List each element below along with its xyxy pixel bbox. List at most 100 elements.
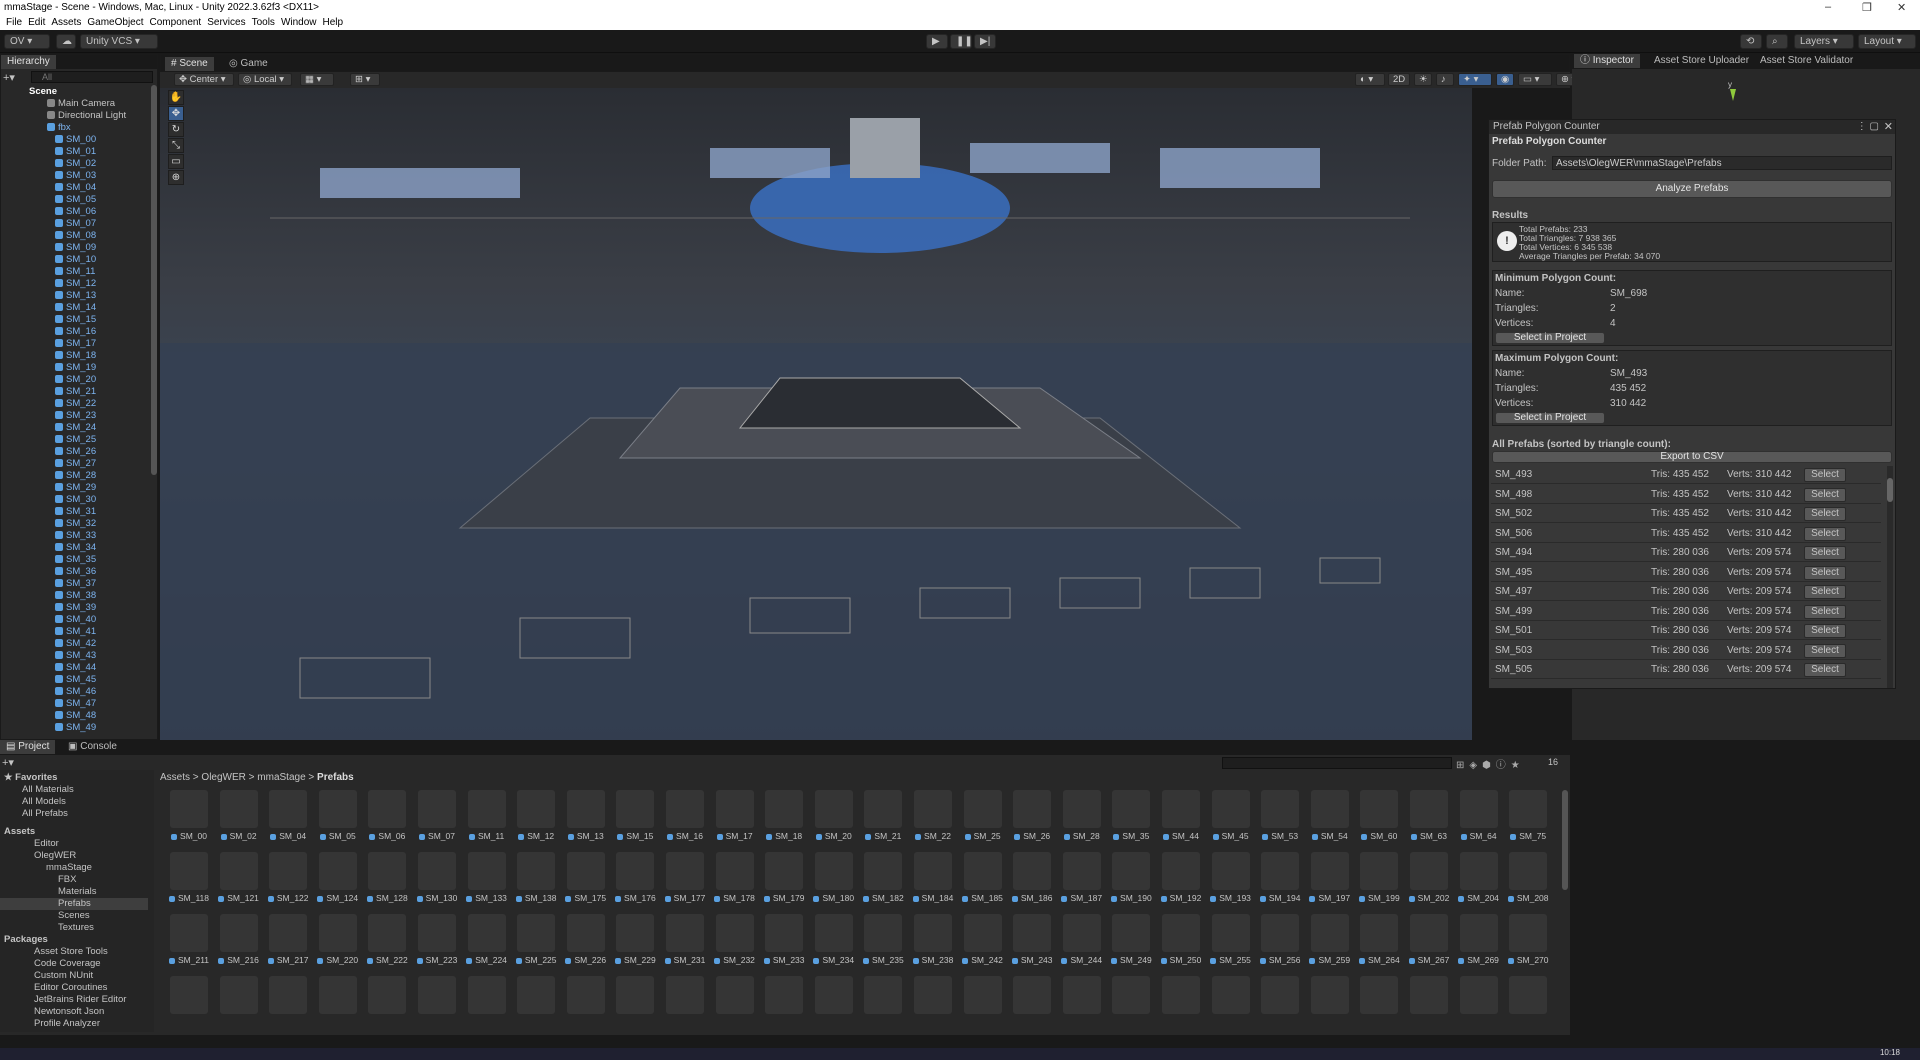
asset-item[interactable]: SM_18 (761, 790, 807, 850)
history-icon[interactable]: ⟲ (1740, 34, 1762, 49)
asset-item[interactable]: SM_216 (216, 914, 262, 974)
prefab-select-button[interactable]: Select (1804, 487, 1846, 502)
prefab-select-button[interactable]: Select (1804, 565, 1846, 580)
asset-item[interactable]: SM_202 (1406, 852, 1452, 912)
asset-item[interactable]: SM_242 (960, 914, 1006, 974)
main-camera-item[interactable]: Main Camera (47, 98, 115, 110)
effects-icon[interactable]: ✦ ▾ (1458, 73, 1492, 86)
hierarchy-item[interactable]: SM_00 (55, 134, 96, 146)
hierarchy-item[interactable]: SM_14 (55, 302, 96, 314)
asset-item[interactable]: SM_269 (1456, 914, 1502, 974)
layout-dropdown[interactable]: Layout ▾ (1858, 34, 1916, 49)
asset-item[interactable]: SM_211 (166, 914, 212, 974)
hierarchy-item[interactable]: SM_27 (55, 458, 96, 470)
ppc-close-icon[interactable]: ✕ (1884, 120, 1893, 133)
menu-services[interactable]: Services (207, 17, 245, 28)
export-csv-button[interactable]: Export to CSV (1492, 451, 1892, 463)
pause-icon[interactable]: ❚❚ (950, 34, 973, 49)
tab-console[interactable]: ▣ Console (62, 740, 123, 754)
cloud-icon[interactable]: ☁ (56, 34, 76, 49)
min-select-in-project-button[interactable]: Select in Project (1495, 332, 1605, 344)
scene-gizmo[interactable]: y (1722, 79, 1752, 119)
asset-item[interactable]: SM_249 (1108, 914, 1154, 974)
hierarchy-item[interactable]: SM_20 (55, 374, 96, 386)
menu-tools[interactable]: Tools (252, 17, 275, 28)
asset-item[interactable]: SM_199 (1356, 852, 1402, 912)
asset-item[interactable]: SM_250 (1158, 914, 1204, 974)
hierarchy-item[interactable]: SM_48 (55, 710, 96, 722)
add-icon[interactable]: +▾ (3, 71, 17, 84)
scene-root[interactable]: Scene (29, 86, 57, 98)
asset-item[interactable]: SM_243 (1009, 914, 1055, 974)
asset-item[interactable]: SM_118 (166, 852, 212, 912)
asset-item[interactable] (712, 976, 758, 1030)
layers-dropdown[interactable]: Layers ▾ (1794, 34, 1854, 49)
asset-item[interactable]: SM_224 (464, 914, 510, 974)
asset-item[interactable]: SM_53 (1257, 790, 1303, 850)
folder-olegwer[interactable]: OlegWER (34, 850, 76, 862)
create-icon[interactable]: +▾ (2, 756, 14, 769)
asset-item[interactable]: SM_122 (265, 852, 311, 912)
asset-item[interactable]: SM_02 (216, 790, 262, 850)
asset-item[interactable]: SM_04 (265, 790, 311, 850)
asset-item[interactable] (811, 976, 857, 1030)
prefab-select-button[interactable]: Select (1804, 663, 1846, 677)
pkg-asset-store-tools[interactable]: Asset Store Tools (34, 946, 108, 958)
increment-snap-icon[interactable]: ⊞ ▾ (350, 73, 380, 86)
pkg-newtonsoft-json[interactable]: Newtonsoft Json (34, 1006, 104, 1018)
hierarchy-item[interactable]: SM_07 (55, 218, 96, 230)
asset-item[interactable]: SM_28 (1059, 790, 1105, 850)
asset-item[interactable] (612, 976, 658, 1030)
asset-item[interactable]: SM_232 (712, 914, 758, 974)
asset-item[interactable] (563, 976, 609, 1030)
hierarchy-item[interactable]: SM_47 (55, 698, 96, 710)
asset-item[interactable]: SM_208 (1505, 852, 1551, 912)
asset-item[interactable]: SM_05 (315, 790, 361, 850)
hierarchy-item[interactable]: SM_40 (55, 614, 96, 626)
folder-scenes[interactable]: Scenes (58, 910, 90, 922)
hierarchy-item[interactable]: SM_42 (55, 638, 96, 650)
asset-item[interactable] (216, 976, 262, 1030)
asset-item[interactable]: SM_128 (364, 852, 410, 912)
minimize-icon[interactable]: – (1825, 1, 1831, 13)
hidden-objects-icon[interactable]: ◉ (1496, 73, 1514, 86)
hierarchy-item[interactable]: SM_25 (55, 434, 96, 446)
asset-item[interactable]: SM_222 (364, 914, 410, 974)
hierarchy-item[interactable]: SM_10 (55, 254, 96, 266)
asset-item[interactable]: SM_238 (910, 914, 956, 974)
menu-gameobject[interactable]: GameObject (87, 17, 143, 28)
asset-item[interactable] (315, 976, 361, 1030)
prefab-select-button[interactable]: Select (1804, 604, 1846, 619)
asset-item[interactable] (662, 976, 708, 1030)
hierarchy-item[interactable]: SM_45 (55, 674, 96, 686)
audio-icon[interactable]: ♪ (1436, 73, 1454, 86)
asset-item[interactable] (1158, 976, 1204, 1030)
hierarchy-item[interactable]: SM_09 (55, 242, 96, 254)
move-tool-icon[interactable]: ✥ (168, 106, 184, 121)
asset-item[interactable]: SM_192 (1158, 852, 1204, 912)
asset-item[interactable]: SM_26 (1009, 790, 1055, 850)
transform-tool-icon[interactable]: ⊕ (168, 170, 184, 185)
account-dropdown[interactable]: OV ▾ (4, 34, 50, 49)
fav-all-models[interactable]: All Models (22, 796, 66, 808)
asset-item[interactable]: SM_07 (414, 790, 460, 850)
asset-item[interactable] (1406, 976, 1452, 1030)
asset-item[interactable]: SM_21 (860, 790, 906, 850)
fav-all-prefabs[interactable]: All Prefabs (22, 808, 68, 820)
space-dropdown[interactable]: ◎ Local ▾ (238, 73, 292, 86)
hierarchy-item[interactable]: SM_18 (55, 350, 96, 362)
hierarchy-item[interactable]: SM_30 (55, 494, 96, 506)
asset-item[interactable]: SM_13 (563, 790, 609, 850)
hierarchy-item[interactable]: SM_21 (55, 386, 96, 398)
asset-grid-scrollbar[interactable] (1562, 790, 1568, 890)
asset-item[interactable] (1257, 976, 1303, 1030)
asset-item[interactable]: SM_231 (662, 914, 708, 974)
asset-item[interactable]: SM_267 (1406, 914, 1452, 974)
hierarchy-item[interactable]: SM_12 (55, 278, 96, 290)
hierarchy-item[interactable]: SM_31 (55, 506, 96, 518)
hierarchy-item[interactable]: SM_35 (55, 554, 96, 566)
menu-assets[interactable]: Assets (51, 17, 81, 28)
asset-item[interactable]: SM_255 (1208, 914, 1254, 974)
asset-item[interactable]: SM_194 (1257, 852, 1303, 912)
folder-fbx[interactable]: FBX (58, 874, 76, 886)
